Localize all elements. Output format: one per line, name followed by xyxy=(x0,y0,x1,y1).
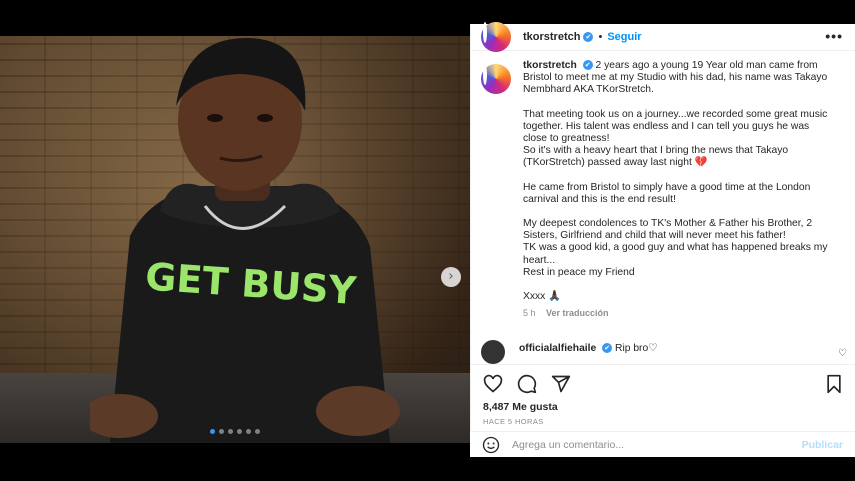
caption-paragraph-3: He came from Bristol to simply have a go… xyxy=(523,181,811,205)
see-translation-link[interactable]: Ver traducción xyxy=(546,308,609,318)
slide-dot xyxy=(219,429,224,434)
post-image[interactable]: GET BUSY › xyxy=(0,36,470,443)
action-icons xyxy=(471,365,855,394)
caption-age: 5 h xyxy=(523,308,536,319)
caption-paragraph-2b: So it's with a heavy heart that I bring … xyxy=(523,145,789,169)
author-avatar[interactable] xyxy=(481,22,511,52)
next-slide-button[interactable]: › xyxy=(441,267,461,287)
slide-dot xyxy=(228,429,233,434)
slide-dot xyxy=(255,429,260,434)
comment-item: officialalfiehaile ✔ Rip bro♡ ♡ xyxy=(481,340,851,364)
slide-dot xyxy=(210,429,215,434)
caption-text: tkorstretch ✔ 2 years ago a young 19 Yea… xyxy=(523,60,833,319)
emoji-icon[interactable] xyxy=(482,436,500,454)
pray-emoji: 🙏🏿 xyxy=(548,291,562,303)
comment-icon[interactable] xyxy=(517,374,537,394)
comment-author[interactable]: officialalfiehaile xyxy=(519,343,596,354)
commenter-avatar[interactable] xyxy=(481,340,505,364)
comment-text: officialalfiehaile ✔ Rip bro♡ xyxy=(519,342,657,354)
publish-button[interactable]: Publicar xyxy=(802,439,843,451)
post-header: tkorstretch ✔ • Seguir ••• xyxy=(471,22,855,52)
slide-dot xyxy=(246,429,251,434)
likes-count[interactable]: 8,487 Me gusta xyxy=(471,394,855,413)
post-side-panel: tkorstretch ✔ • Seguir ••• tkorstretch ✔… xyxy=(470,22,855,457)
comment-body: Rip bro♡ xyxy=(615,343,658,354)
follow-button[interactable]: Seguir xyxy=(607,31,641,43)
caption-paragraph-4c: Rest in peace my Friend xyxy=(523,266,635,278)
comment-like-icon[interactable]: ♡ xyxy=(838,348,847,359)
slide-indicator xyxy=(0,429,470,434)
caption-paragraph-4a: My deepest condolences to TK's Mother & … xyxy=(523,218,813,242)
slide-dot xyxy=(237,429,242,434)
caption-meta: 5 h Ver traducción xyxy=(523,307,833,319)
caption-signoff: Xxxx xyxy=(523,291,546,303)
verified-badge-icon: ✔ xyxy=(602,343,613,354)
post-time: HACE 5 HORAS xyxy=(483,417,544,426)
caption: tkorstretch ✔ 2 years ago a young 19 Yea… xyxy=(471,60,855,319)
caption-author[interactable]: tkorstretch xyxy=(523,60,577,71)
separator-dot: • xyxy=(598,31,603,43)
add-comment-bar: Publicar xyxy=(470,431,855,457)
caption-scroll-area[interactable]: tkorstretch ✔ 2 years ago a young 19 Yea… xyxy=(471,60,855,360)
verified-badge-icon: ✔ xyxy=(583,32,594,42)
bookmark-icon[interactable] xyxy=(824,374,844,394)
person-figure: GET BUSY xyxy=(90,37,400,443)
share-icon[interactable] xyxy=(551,374,571,394)
caption-avatar[interactable] xyxy=(481,64,511,94)
heart-icon[interactable] xyxy=(483,374,503,394)
broken-heart-emoji: 💔 xyxy=(694,157,708,169)
more-horizontal-icon[interactable]: ••• xyxy=(825,28,843,44)
verified-badge-icon: ✔ xyxy=(582,60,593,71)
author-username[interactable]: tkorstretch xyxy=(523,31,580,43)
comment-input[interactable] xyxy=(512,438,802,451)
caption-paragraph-4b: TK was a good kid, a good guy and what h… xyxy=(523,242,828,266)
caption-paragraph-2a: That meeting took us on a journey...we r… xyxy=(523,108,828,145)
